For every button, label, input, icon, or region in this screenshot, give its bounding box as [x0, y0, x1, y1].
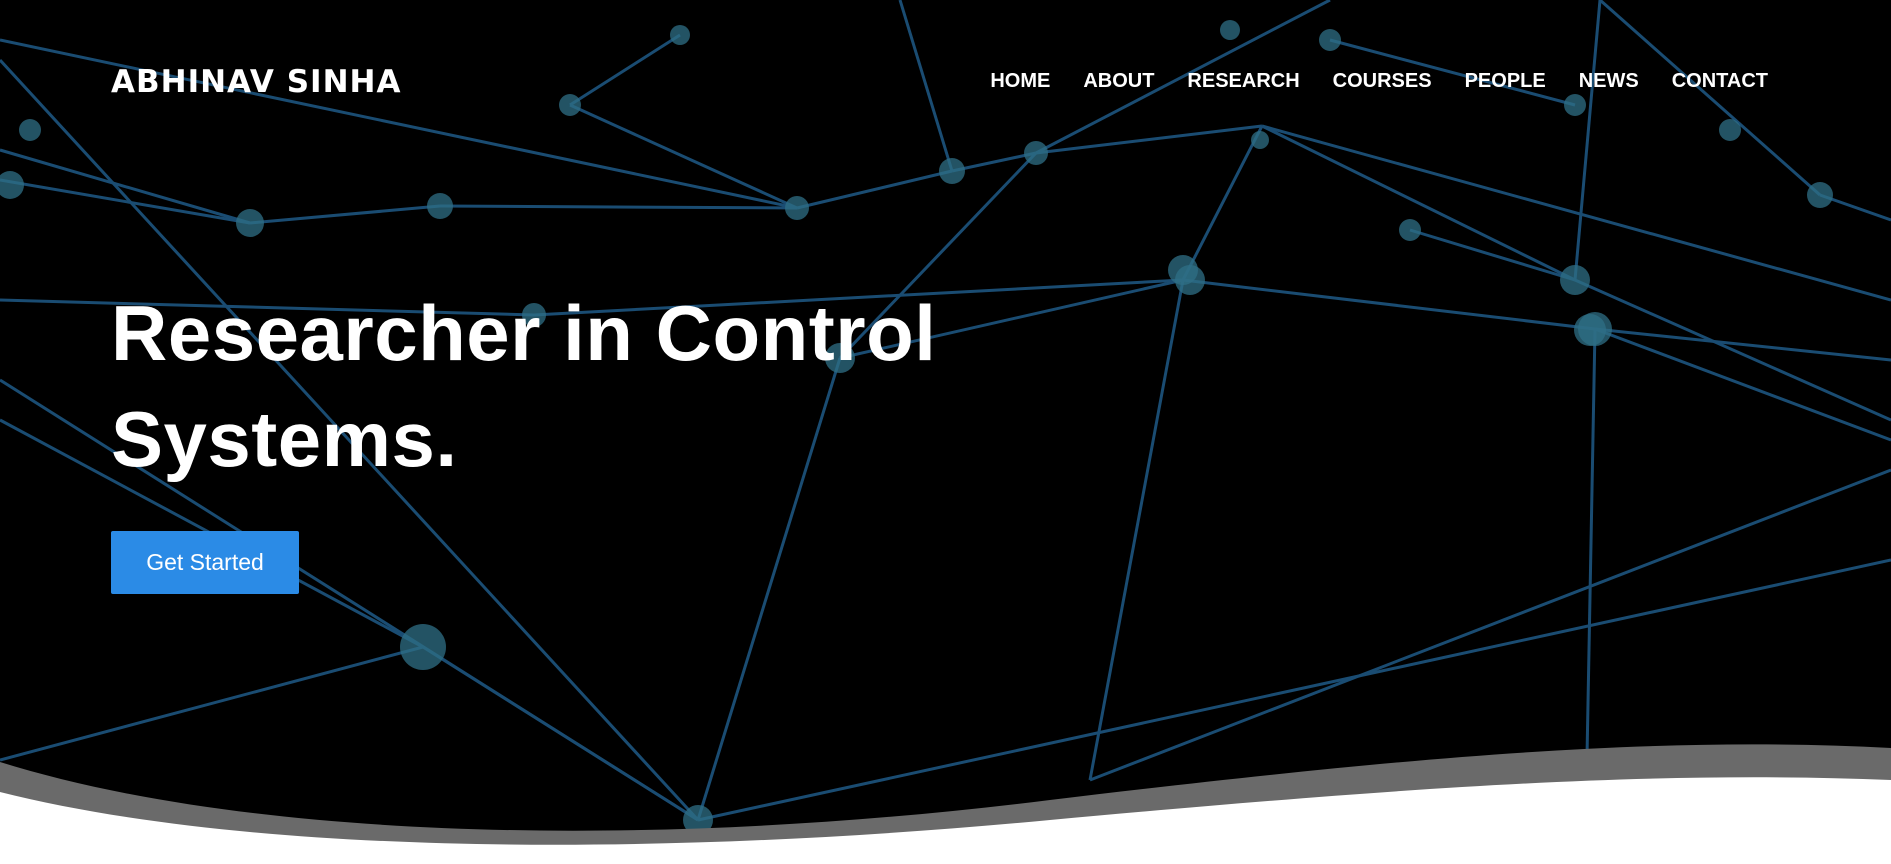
network-line: [439, 204, 798, 210]
nav-contact[interactable]: CONTACT: [1672, 68, 1768, 94]
bottom-wave: [0, 744, 1891, 864]
network-node: [236, 209, 264, 237]
nav-home[interactable]: HOME: [990, 68, 1050, 94]
network-node: [1175, 265, 1205, 295]
network-line: [1409, 228, 1576, 282]
network-node: [1560, 265, 1590, 295]
nav-about[interactable]: ABOUT: [1083, 68, 1154, 94]
network-line: [796, 169, 953, 210]
site-header: ABHINAV SINHA HOME ABOUT RESEARCH COURSE…: [0, 0, 1891, 164]
network-line: [249, 204, 441, 225]
network-node: [427, 193, 453, 219]
network-node: [400, 624, 446, 670]
network-line: [1182, 278, 1596, 331]
hero-headline: Researcher in Control Systems.: [111, 289, 937, 483]
main-nav: HOME ABOUT RESEARCH COURSES PEOPLE NEWS …: [957, 68, 1768, 94]
network-node: [1807, 182, 1833, 208]
get-started-button[interactable]: Get Started: [111, 531, 299, 594]
network-node: [785, 196, 809, 220]
network-node: [1574, 314, 1606, 346]
brand-logo-link[interactable]: ABHINAV SINHA: [111, 62, 401, 102]
hero-section: ABHINAV SINHA HOME ABOUT RESEARCH COURSE…: [0, 0, 1891, 864]
nav-news[interactable]: NEWS: [1579, 68, 1639, 94]
nav-courses[interactable]: COURSES: [1333, 68, 1432, 94]
network-node: [1399, 219, 1421, 241]
nav-people[interactable]: PEOPLE: [1465, 68, 1546, 94]
nav-research[interactable]: RESEARCH: [1187, 68, 1299, 94]
network-node: [0, 171, 24, 199]
network-line: [1574, 278, 1891, 422]
